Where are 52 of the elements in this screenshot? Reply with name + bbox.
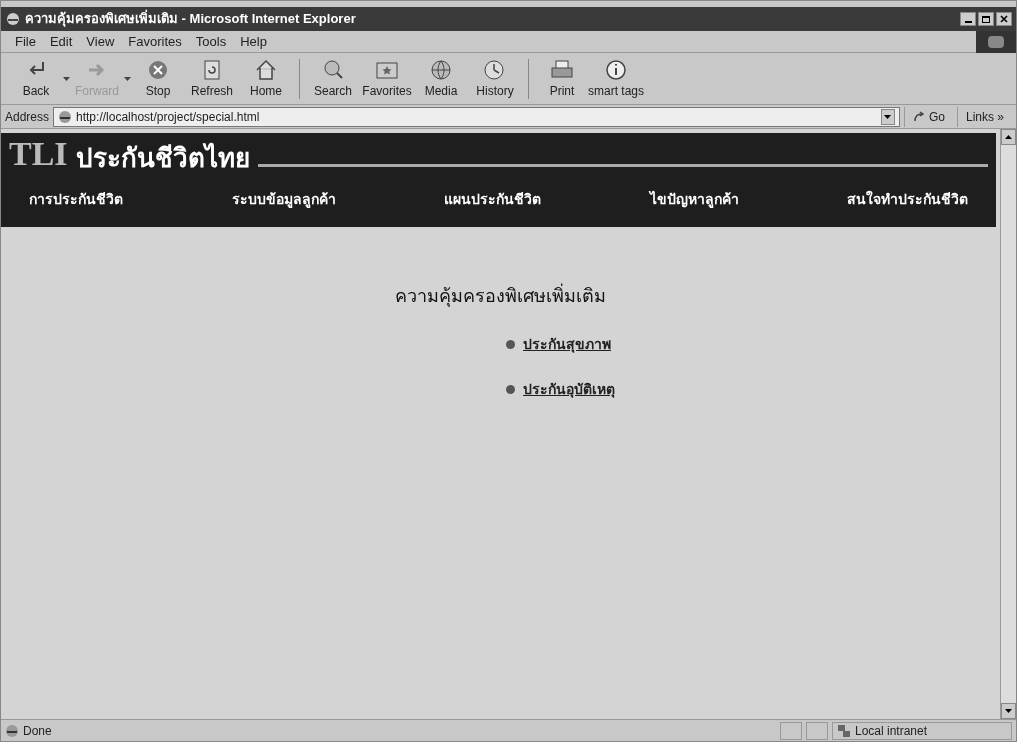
vertical-scrollbar[interactable] (1000, 129, 1016, 719)
toolbar-button[interactable]: Back (9, 57, 63, 100)
address-label: Address (5, 108, 50, 126)
links-button[interactable]: Links » (956, 106, 1012, 127)
page-heading: ความคุ้มครองพิเศษเพิ่มเติม (395, 283, 606, 310)
menu-item[interactable]: Help (240, 31, 267, 52)
nav-link[interactable]: ไขปัญหาลูกค้า (649, 189, 739, 210)
down-arrow-icon (1005, 709, 1012, 713)
page-link[interactable]: ประกันสุขภาพ (523, 334, 611, 355)
toolbar-button[interactable]: Home (239, 57, 293, 100)
toolbar-button[interactable]: Search (306, 57, 360, 100)
curved-arrow-icon (912, 110, 925, 123)
close-button[interactable] (996, 12, 1012, 26)
menu-item[interactable]: Favorites (128, 31, 182, 52)
close-icon (1000, 15, 1008, 23)
window-title: ความคุ้มครองพิเศษเพิ่มเติม - Microsoft Internet Explorer (25, 9, 357, 29)
page-link[interactable]: ประกันอุบัติเหตุ (523, 379, 615, 400)
minimize-button[interactable] (960, 12, 976, 26)
up-arrow-icon (1005, 135, 1012, 139)
globe-icon (428, 57, 454, 82)
menu-item[interactable]: View (86, 31, 115, 52)
menu-item[interactable]: Edit (49, 31, 73, 52)
toolbar-button[interactable]: Refresh (185, 57, 239, 100)
status-text: Done (23, 722, 53, 740)
toolbar-button[interactable]: Favorites (360, 57, 414, 100)
bullet-icon (506, 340, 515, 349)
menu-item[interactable]: File (15, 31, 36, 52)
caret-icon[interactable] (63, 76, 70, 81)
toolbar-button[interactable]: Print (535, 57, 589, 100)
status-pane (806, 721, 828, 740)
nav-link[interactable]: การประกันชีวิต (29, 189, 123, 210)
toolbar-button[interactable]: smart tags (589, 57, 643, 100)
scroll-up-button[interactable] (1001, 129, 1016, 145)
go-button[interactable]: Go (903, 106, 953, 127)
minimize-icon (964, 21, 972, 23)
network-icon (837, 723, 851, 738)
nav-link[interactable]: สนใจทำประกันชีวิต (847, 189, 968, 210)
scroll-down-button[interactable] (1001, 703, 1016, 719)
bullet-icon (506, 385, 515, 394)
address-field[interactable]: http://localhost/project/special.html (53, 106, 900, 127)
toolbar-button[interactable]: Stop (131, 57, 185, 100)
restore-button[interactable] (978, 12, 994, 26)
info-icon (603, 57, 629, 82)
zone-text: Local intranet (855, 722, 928, 740)
nav-link[interactable]: แผนประกันชีวิต (444, 189, 541, 210)
menu-item[interactable]: Tools (195, 31, 227, 52)
toolbar-button[interactable]: History (468, 57, 522, 100)
nav-link[interactable]: ระบบข้อมูลลูกค้า (231, 189, 336, 210)
status-pane (780, 721, 802, 740)
toolbar-button[interactable]: Media (414, 57, 468, 100)
logo-letters: TLI (9, 137, 68, 171)
restore-icon (982, 15, 990, 23)
